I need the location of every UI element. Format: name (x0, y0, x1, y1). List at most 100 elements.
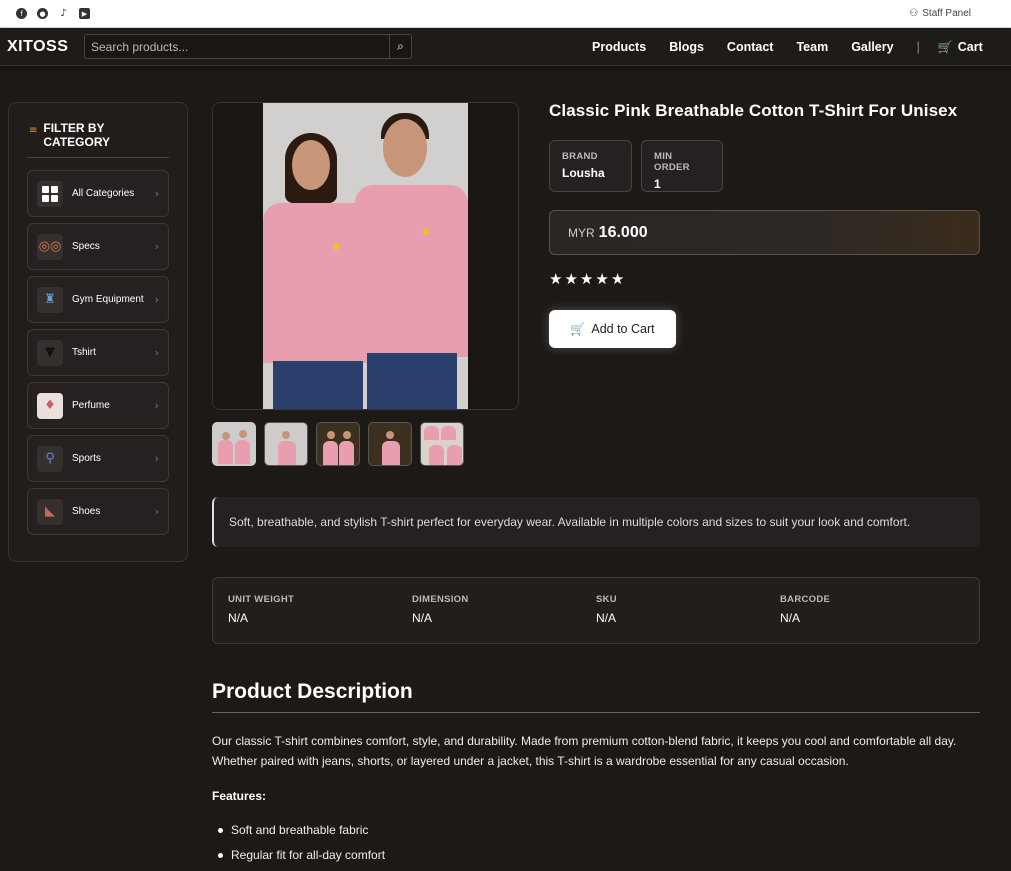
cart-icon: 🛒 (937, 40, 953, 54)
attr-sku: SKU N/A (596, 594, 780, 643)
model-face (292, 140, 330, 190)
site-logo[interactable]: XITOSS (7, 38, 84, 56)
rating-stars: ★ ★ ★ ★ ★ (549, 270, 624, 288)
category-label: Sports (72, 453, 101, 464)
attr-dimension: DIMENSION N/A (412, 594, 596, 643)
attr-value: N/A (596, 611, 617, 625)
chevron-right-icon: › (154, 240, 159, 253)
product-main-image[interactable] (212, 102, 519, 410)
dumbbell-icon: ♜ (37, 286, 63, 313)
model-face (383, 119, 427, 177)
top-bar: f ● ♪ ▶ ⚇ Staff Panel (0, 0, 1011, 28)
min-order-card: MIN ORDER 1 (641, 140, 723, 192)
nav-blogs[interactable]: Blogs (669, 40, 704, 54)
thumbnail-2[interactable] (264, 422, 308, 466)
user-icon: ⚇ (909, 8, 919, 19)
social-links: f ● ♪ ▶ (16, 8, 90, 19)
facebook-icon[interactable]: f (16, 8, 27, 19)
search-button[interactable]: ⌕ (389, 35, 411, 58)
category-label: All Categories (72, 188, 135, 199)
attr-key: DIMENSION (412, 594, 469, 605)
nav-gallery[interactable]: Gallery (851, 40, 893, 54)
search-bar: ⌕ (84, 34, 412, 59)
thumbnail-4[interactable] (368, 422, 412, 466)
price-currency: MYR (568, 225, 595, 240)
attr-key: BARCODE (780, 594, 831, 605)
category-tshirt[interactable]: ▼ Tshirt › (27, 329, 169, 376)
github-icon[interactable]: ● (37, 8, 48, 19)
tiktok-icon[interactable]: ♪ (58, 8, 69, 19)
thumbnail-3[interactable] (316, 422, 360, 466)
category-gym-equipment[interactable]: ♜ Gym Equipment › (27, 276, 169, 323)
attr-key: UNIT WEIGHT (228, 594, 295, 605)
category-all[interactable]: All Categories › (27, 170, 169, 217)
nav-contact[interactable]: Contact (727, 40, 774, 54)
min-order-value: 1 (654, 177, 661, 191)
star-icon: ★ (610, 270, 625, 288)
staff-panel-link[interactable]: ⚇ Staff Panel (909, 8, 971, 19)
filter-icon: ≡ (29, 125, 38, 136)
star-icon: ★ (579, 270, 594, 288)
min-order-key: MIN ORDER (654, 151, 690, 173)
product-title: Classic Pink Breathable Cotton T-Shirt F… (549, 101, 958, 120)
category-perfume[interactable]: ♦ Perfume › (27, 382, 169, 429)
star-icon: ★ (549, 270, 563, 288)
category-label: Gym Equipment (72, 294, 144, 305)
product-photo (263, 103, 468, 409)
category-sidebar: ≡ FILTER BY CATEGORY All Categories › ◎◎… (8, 102, 188, 562)
price-box: MYR 16.000 (549, 210, 980, 255)
star-icon: ★ (595, 270, 609, 288)
category-label: Tshirt (72, 347, 96, 358)
feature-item: Regular fit for all-day comfort (218, 848, 385, 862)
nav-team[interactable]: Team (796, 40, 828, 54)
thumbnail-1[interactable] (212, 422, 256, 466)
nav-products[interactable]: Products (592, 40, 646, 54)
chevron-right-icon: › (154, 187, 159, 200)
description-body: Our classic T-shirt combines comfort, st… (212, 734, 957, 768)
chevron-right-icon: › (154, 346, 159, 359)
category-label: Specs (72, 241, 100, 252)
feature-item: Soft and breathable fabric (218, 823, 385, 837)
main-navbar: XITOSS ⌕ Products Blogs Contact Team Gal… (0, 28, 1011, 66)
chevron-right-icon: › (154, 505, 159, 518)
chevron-right-icon: › (154, 399, 159, 412)
category-label: Shoes (72, 506, 101, 517)
category-sports[interactable]: ⚲ Sports › (27, 435, 169, 482)
cart-label: Cart (957, 40, 983, 54)
attr-barcode: BARCODE N/A (780, 594, 964, 643)
attr-value: N/A (412, 611, 433, 625)
attr-value: N/A (228, 611, 249, 625)
thumbnail-5[interactable] (420, 422, 464, 466)
category-shoes[interactable]: ◣ Shoes › (27, 488, 169, 535)
staff-panel-label: Staff Panel (922, 8, 971, 19)
chevron-right-icon: › (154, 293, 159, 306)
add-to-cart-button[interactable]: 🛒 Add to Cart (549, 310, 676, 348)
attr-value: N/A (780, 611, 801, 625)
shirt-logo (333, 243, 339, 250)
thumbnail-strip (212, 422, 464, 466)
shirt-logo (423, 228, 429, 235)
nav-separator: | (916, 40, 920, 54)
category-specs[interactable]: ◎◎ Specs › (27, 223, 169, 270)
model-shirt (355, 185, 468, 357)
cart-icon: 🛒 (570, 322, 586, 336)
add-to-cart-label: Add to Cart (591, 322, 655, 336)
features-heading: Features: (212, 789, 267, 803)
product-attributes: UNIT WEIGHT N/A DIMENSION N/A SKU N/A BA… (212, 577, 980, 644)
nav-menu: Products Blogs Contact Team Gallery | 🛒 … (592, 28, 1006, 66)
grid-icon (37, 180, 63, 207)
model-jeans (367, 353, 457, 409)
search-icon: ⌕ (397, 39, 404, 53)
brand-key: BRAND (562, 151, 598, 162)
youtube-icon[interactable]: ▶ (79, 8, 90, 19)
perfume-icon: ♦ (37, 392, 63, 419)
short-description: Soft, breathable, and stylish T-shirt pe… (212, 497, 980, 547)
features-list: Soft and breathable fabric Regular fit f… (218, 823, 385, 871)
star-icon: ★ (564, 270, 578, 288)
filter-heading: ≡ FILTER BY CATEGORY (27, 121, 169, 158)
search-input[interactable] (85, 35, 389, 58)
tshirt-icon: ▼ (37, 339, 63, 366)
category-label: Perfume (72, 400, 110, 411)
nav-cart[interactable]: 🛒 Cart (938, 40, 983, 54)
description-heading: Product Description (212, 680, 980, 713)
